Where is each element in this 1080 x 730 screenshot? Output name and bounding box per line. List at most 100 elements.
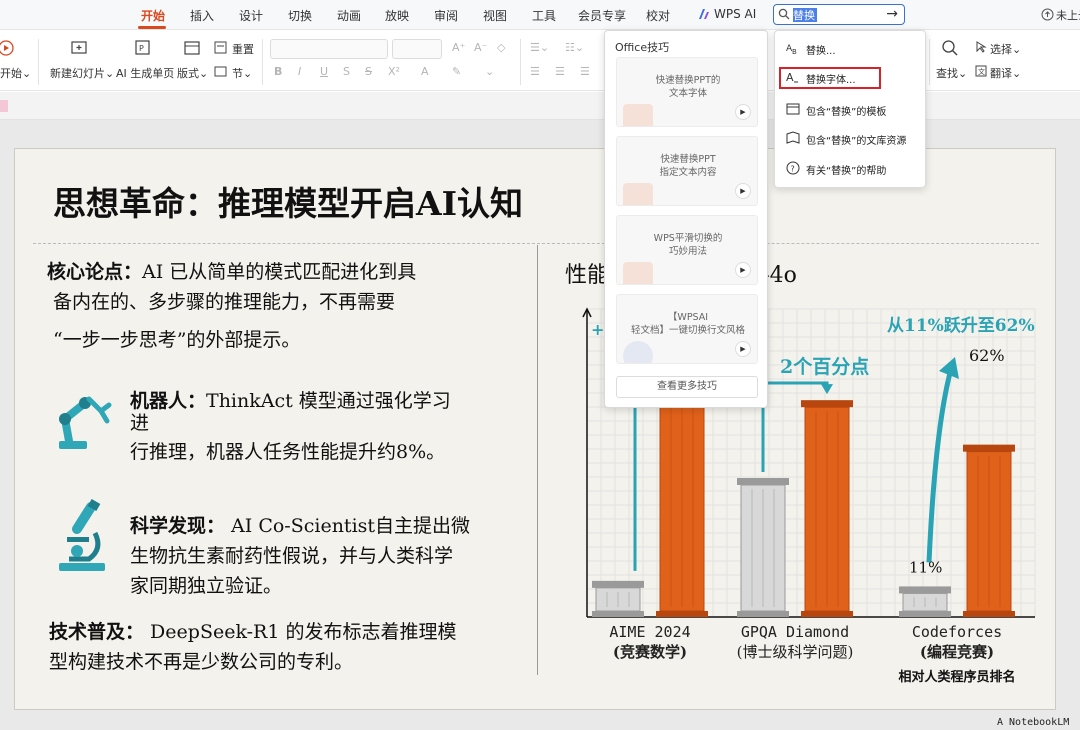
- layout-icon[interactable]: [183, 39, 201, 57]
- menu-tab-view[interactable]: 视图: [483, 7, 507, 24]
- font-name-select[interactable]: [270, 39, 388, 59]
- new-slide-label: 新建幻灯片: [50, 67, 105, 80]
- ai-page-icon[interactable]: P: [134, 39, 152, 57]
- layout-button[interactable]: 版式⌄: [177, 65, 208, 81]
- tech-label: 技术普及：: [49, 621, 145, 643]
- pinyin-icon[interactable]: ⌄: [485, 65, 494, 78]
- menu-tab-member[interactable]: 会员专享: [578, 7, 626, 24]
- select-button[interactable]: 选择⌄: [990, 41, 1021, 57]
- strikethrough-button[interactable]: S: [365, 65, 372, 78]
- grow-font-icon[interactable]: A⁺: [452, 41, 465, 54]
- reset-button[interactable]: 重置: [232, 41, 254, 57]
- search-results-dropdown: AB 替换... A 替换字体... 包含“替换”的模板 包含“替换”的文库资源…: [774, 30, 926, 188]
- replace-menu-item[interactable]: AB 替换...: [775, 37, 927, 61]
- superscript-button[interactable]: X²: [388, 65, 400, 78]
- tip-card[interactable]: 快速替换PPT的 文本字体 ▶: [616, 57, 758, 127]
- menu-tab-start[interactable]: 开始: [141, 7, 165, 24]
- menu-tab-tools[interactable]: 工具: [532, 7, 556, 24]
- menu-tab-slideshow[interactable]: 放映: [385, 7, 409, 24]
- slide-canvas: 思想革命：推理模型开启AI认知 性能 eview vs.GPT-4o 核心论点：…: [0, 120, 1080, 730]
- bold-button[interactable]: B: [274, 65, 282, 78]
- shadow-button[interactable]: S: [343, 65, 350, 78]
- number-list-icon[interactable]: ☷⌄: [565, 41, 584, 54]
- robot-text[interactable]: 机器人：ThinkAct 模型通过强化学习 进 行推理，机器人任务性能提升约8%…: [130, 389, 530, 467]
- shrink-font-icon[interactable]: A⁻: [474, 41, 487, 54]
- section-button[interactable]: 节⌄: [232, 65, 252, 81]
- x-tick-label: (博士级科学问题): [737, 643, 854, 661]
- slide[interactable]: 思想革命：推理模型开启AI认知 性能 eview vs.GPT-4o 核心论点：…: [14, 148, 1069, 728]
- codeforces-jump-label: 从11%跃升至62%: [887, 316, 1035, 336]
- align-center-icon[interactable]: ☰: [555, 65, 565, 78]
- slide-title[interactable]: 思想革命：推理模型开启AI认知: [53, 177, 523, 225]
- underline-button[interactable]: U: [320, 65, 328, 78]
- find-button[interactable]: 查找⌄: [936, 65, 967, 81]
- reasoning-bar-base: [801, 611, 853, 617]
- reasoning-bar-base: [656, 611, 708, 617]
- robot-line-1: ThinkAct 模型通过强化学习: [206, 390, 451, 412]
- select-icon[interactable]: [975, 41, 987, 53]
- highlight-icon[interactable]: ✎: [452, 65, 461, 78]
- start-show-button[interactable]: 开始⌄: [0, 65, 31, 81]
- tip-card[interactable]: 【WPSAI 轻文档】一键切换行文风格 ▶: [616, 294, 758, 364]
- ribbon-divider: [929, 39, 930, 85]
- translate-icon[interactable]: 文: [975, 65, 987, 77]
- menu-tab-insert[interactable]: 插入: [190, 7, 214, 24]
- tech-text[interactable]: 技术普及： DeepSeek-R1 的发布标志着推理模 型构建技术不再是少数公司…: [49, 617, 529, 677]
- menu-tab-design[interactable]: 设计: [239, 7, 263, 24]
- bullet-list-icon[interactable]: ☰⌄: [530, 41, 549, 54]
- robot-arm-icon: [59, 396, 112, 449]
- play-icon[interactable]: ▶: [735, 262, 751, 278]
- menu-tab-wps-ai[interactable]: WPS AI: [714, 7, 756, 21]
- reasoning-bar-cap: [801, 400, 853, 408]
- robot-line-3: 行推理，机器人任务性能提升约8%。: [130, 441, 446, 463]
- tips-title: Office技巧: [615, 41, 670, 54]
- core-argument-text[interactable]: 核心论点：AI 已从简单的模式匹配进化到具 备内在的、多步骤的推理能力，不再需要…: [47, 257, 527, 355]
- section-icon[interactable]: [214, 65, 227, 78]
- font-color-button[interactable]: A: [421, 65, 429, 78]
- slide-thumbnail-icon[interactable]: [0, 100, 8, 112]
- template-menu-item[interactable]: 包含“替换”的模板: [775, 98, 927, 122]
- menu-tab-animation[interactable]: 动画: [337, 7, 361, 24]
- font-size-select[interactable]: [392, 39, 442, 59]
- tech-line-1: DeepSeek-R1 的发布标志着推理模: [144, 621, 457, 643]
- codeforces-low-label: 11%: [909, 558, 942, 576]
- cloud-upload-icon[interactable]: [1041, 8, 1054, 21]
- align-right-icon[interactable]: ☰: [580, 65, 590, 78]
- science-text[interactable]: 科学发现： AI Co-Scientist自主提出微 生物抗生素耐药性假说，并与…: [130, 511, 530, 601]
- more-tips-button[interactable]: 查看更多技巧: [616, 376, 758, 398]
- template-icon: [786, 103, 800, 115]
- menu-tab-review[interactable]: 审阅: [434, 7, 458, 24]
- template-label: 包含“替换”的模板: [806, 107, 887, 118]
- play-icon[interactable]: ▶: [735, 183, 751, 199]
- column-divider: [537, 245, 538, 675]
- library-menu-item[interactable]: 包含“替换”的文库资源: [775, 127, 927, 151]
- menu-tab-proofread[interactable]: 校对: [646, 7, 670, 24]
- search-go-icon[interactable]: →: [886, 6, 898, 22]
- tip-card[interactable]: WPS平滑切换的 巧妙用法 ▶: [616, 215, 758, 285]
- clear-format-icon[interactable]: ◇: [497, 41, 505, 54]
- align-left-icon[interactable]: ☰: [530, 65, 540, 78]
- find-icon[interactable]: [941, 39, 959, 57]
- core-line-1: AI 已从简单的模式匹配进化到具: [142, 261, 417, 283]
- svg-text:文: 文: [978, 67, 985, 76]
- tip-card[interactable]: 快速替换PPT 指定文本内容 ▶: [616, 136, 758, 206]
- ai-single-page-button[interactable]: AI 生成单页: [116, 65, 174, 81]
- play-icon[interactable]: ▶: [735, 341, 751, 357]
- baseline-bar-base: [899, 611, 951, 617]
- new-slide-button[interactable]: 新建幻灯片⌄: [50, 65, 114, 81]
- italic-button[interactable]: I: [298, 65, 301, 78]
- new-slide-icon[interactable]: [70, 39, 88, 57]
- reasoning-bar-cap: [963, 444, 1015, 452]
- cloud-status[interactable]: 未上云: [1056, 7, 1080, 23]
- translate-button[interactable]: 翻译⌄: [990, 65, 1021, 81]
- search-input[interactable]: [793, 7, 878, 22]
- play-icon[interactable]: [0, 40, 16, 56]
- search-box[interactable]: →: [773, 4, 905, 25]
- play-icon[interactable]: ▶: [735, 104, 751, 120]
- section-label: 节: [232, 67, 243, 80]
- reasoning-bar-base: [963, 611, 1015, 617]
- help-menu-item[interactable]: ? 有关“替换”的帮助: [775, 157, 927, 181]
- core-line-2: 备内在的、多步骤的推理能力，不再需要: [53, 291, 396, 313]
- menu-tab-transition[interactable]: 切换: [288, 7, 312, 24]
- reset-icon[interactable]: [214, 41, 227, 54]
